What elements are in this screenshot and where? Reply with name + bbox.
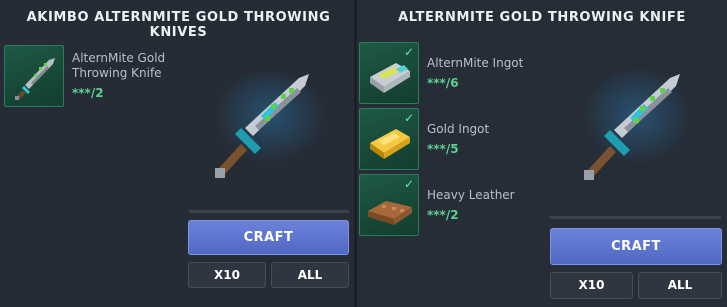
ingredient-count: ***/2 <box>427 208 459 222</box>
craft-button[interactable]: CRAFT <box>550 228 722 265</box>
ingredient-slot[interactable]: ✓ <box>359 108 419 170</box>
recipe-title: AKIMBO ALTERNMITE GOLD THROWING KNIVES <box>26 10 331 40</box>
ingredient-count: ***/5 <box>427 142 459 156</box>
ingredient-row-heavy-leather[interactable]: ✓ Heavy Leather ***/2 <box>359 174 539 240</box>
ingredient-name: AlternMite Gold Throwing Knife <box>72 51 165 81</box>
craft-all-button[interactable]: ALL <box>638 272 722 299</box>
right-recipe-panel: ALTERNMITE GOLD THROWING KNIFE ✓ AlternM… <box>354 0 727 307</box>
craft-button[interactable]: CRAFT <box>188 220 349 255</box>
ingredient-name: Gold Ingot <box>427 122 490 136</box>
ingredient-name-line1: AlternMite Gold <box>72 51 166 65</box>
item-preview-knife-icon <box>582 70 692 180</box>
recipe-title: ALTERNMITE GOLD THROWING KNIFE <box>398 10 686 25</box>
ingredient-slot[interactable] <box>4 45 64 107</box>
ingredient-slot[interactable]: ✓ <box>359 42 419 104</box>
ingredient-row[interactable]: AlternMite Gold Throwing Knife ***/2 <box>4 45 184 111</box>
progress-bar <box>189 210 349 213</box>
ingredient-name: AlternMite Ingot <box>427 56 524 70</box>
ingredient-slot[interactable]: ✓ <box>359 174 419 236</box>
check-icon: ✓ <box>403 177 414 191</box>
craft-x10-button[interactable]: X10 <box>188 262 266 288</box>
left-recipe-panel: AKIMBO ALTERNMITE GOLD THROWING KNIVES A… <box>0 0 357 307</box>
item-preview-knife-icon <box>215 72 325 178</box>
ingredient-row-gold-ingot[interactable]: ✓ Gold Ingot ***/5 <box>359 108 539 174</box>
progress-bar <box>549 216 721 219</box>
check-icon: ✓ <box>403 45 414 59</box>
check-icon: ✓ <box>403 111 414 125</box>
craft-x10-button[interactable]: X10 <box>550 272 633 299</box>
craft-all-button[interactable]: ALL <box>271 262 349 288</box>
ingredient-name: Heavy Leather <box>427 188 515 202</box>
ingredient-row-alternmite-ingot[interactable]: ✓ AlternMite Ingot ***/6 <box>359 42 539 108</box>
ingredient-count: ***/6 <box>427 76 459 90</box>
knife-icon <box>15 58 55 100</box>
ingredient-name-line2: Throwing Knife <box>72 66 162 80</box>
ingredient-count: ***/2 <box>72 86 104 100</box>
